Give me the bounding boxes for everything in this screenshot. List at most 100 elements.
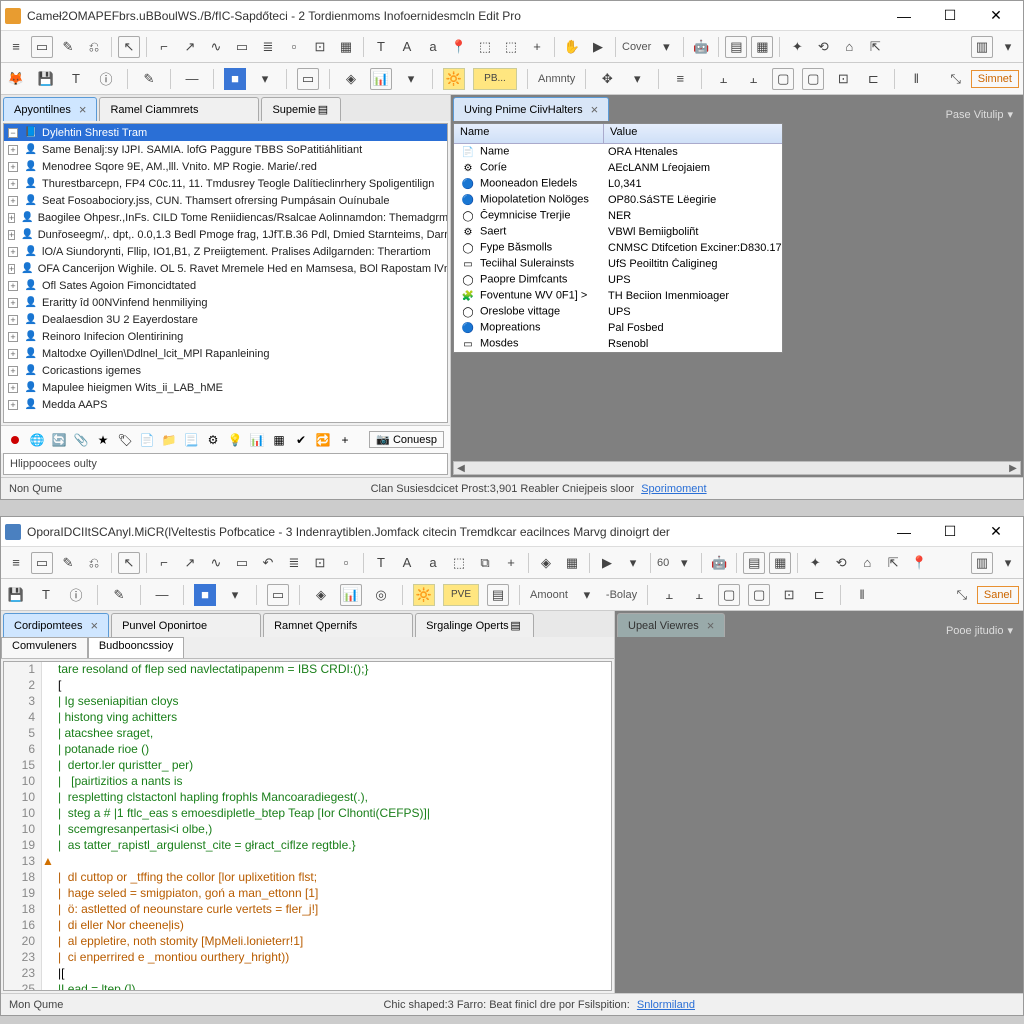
fold-icon[interactable] [42, 886, 54, 902]
rotate-icon[interactable]: ⟲ [812, 36, 834, 58]
record-icon[interactable] [7, 432, 23, 448]
tree-item[interactable]: +👤Same Benalj:sy IJPI. SAMIA. lofG Paggu… [4, 141, 447, 158]
tab-ramet[interactable]: Ramnet Qpernifs [263, 613, 413, 637]
sannet-button-2[interactable]: Sanel [977, 586, 1019, 604]
grid-mini-icon[interactable]: ▦ [271, 432, 287, 448]
concept-button[interactable]: 📷 Conuesp [369, 431, 444, 448]
small-rect-icon[interactable]: ▫ [283, 36, 305, 58]
doc-mini-icon[interactable]: 📄 [139, 432, 155, 448]
minus-icon[interactable]: — [181, 68, 203, 90]
code-line[interactable]: 1tare resoland of flep sed navlectatipap… [4, 662, 611, 678]
chevron-down-icon-2[interactable]: ▾ [622, 552, 644, 574]
tab-close-icon[interactable]: × [79, 102, 87, 117]
box-icon-2[interactable]: ⬚ [448, 552, 470, 574]
fold-icon[interactable] [42, 902, 54, 918]
code-line[interactable]: 19| as tatter_rapistl_argulenst_cite = g… [4, 838, 611, 854]
panel-2-icon-2[interactable]: ▦ [769, 552, 791, 574]
small-text-icon[interactable]: a [422, 36, 444, 58]
highlight-label[interactable]: PB... [473, 68, 517, 90]
grid-icon-2[interactable]: ▦ [561, 552, 583, 574]
shape-icon[interactable]: ◈ [340, 68, 362, 90]
text-tool-icon[interactable]: T [65, 68, 87, 90]
outline-icon[interactable]: ▭ [297, 68, 319, 90]
arrow-icon[interactable]: ↗ [179, 36, 201, 58]
highlight-icon[interactable]: 🔆 [443, 68, 465, 90]
list-icon[interactable]: ≡ [669, 68, 691, 90]
code-line[interactable]: 4| histong ving achitters [4, 710, 611, 726]
info-icon-2[interactable]: ⓘ [65, 584, 87, 606]
pin-icon[interactable]: 📍 [448, 36, 470, 58]
tree-item[interactable]: +👤lO/A Siundorynti, Fllip, IO1,B1, Z Pre… [4, 243, 447, 260]
collapse-icon[interactable]: ⤡ [945, 68, 967, 90]
pen-icon[interactable]: ✎ [138, 68, 160, 90]
check-icon[interactable]: ✔ [293, 432, 309, 448]
tree-item[interactable]: +👤Coricastions igemes [4, 362, 447, 379]
expand-icon[interactable]: + [8, 366, 18, 376]
chevron-down-r-icon-2[interactable]: ▾ [997, 552, 1019, 574]
save-icon-2[interactable]: 💾 [5, 584, 27, 606]
footer-link[interactable]: Sporimoment [641, 483, 706, 495]
code-line[interactable]: 18| dl cuttop or _tffing the collor [lor… [4, 870, 611, 886]
refresh-icon[interactable]: 🔄 [51, 432, 67, 448]
chart-icon-2[interactable]: 📊 [340, 584, 362, 606]
fold-icon[interactable] [42, 742, 54, 758]
snap-4-icon[interactable]: ⊏ [862, 68, 884, 90]
chevron-down-icon[interactable]: ▾ [655, 36, 677, 58]
chevron-down-60-icon[interactable]: ▾ [673, 552, 695, 574]
plus-icon[interactable]: + [526, 36, 548, 58]
prop-tab-close-icon[interactable]: × [591, 102, 599, 117]
chevron-down-4-icon[interactable]: ▾ [626, 68, 648, 90]
doc-icon[interactable]: ▭ [31, 36, 53, 58]
gear-icon[interactable]: ⚙ [205, 432, 221, 448]
folder-icon[interactable]: 📁 [161, 432, 177, 448]
sixty-label[interactable]: 60 [657, 557, 669, 569]
fold-icon[interactable] [42, 678, 54, 694]
wave-icon-2[interactable]: ∿ [205, 552, 227, 574]
property-row[interactable]: ▭MosdesRsenobl [454, 336, 782, 352]
chart-mini-icon[interactable]: 📊 [249, 432, 265, 448]
fold-icon[interactable] [42, 838, 54, 854]
small-text-icon-2[interactable]: a [422, 552, 444, 574]
panel-2-icon[interactable]: ▦ [751, 36, 773, 58]
outline-icon-2[interactable]: ▭ [267, 584, 289, 606]
tree-item[interactable]: +👤Maltodxe Oyillen\Ddlnel_lcit_MPl Rapan… [4, 345, 447, 362]
tree-item[interactable]: +👤Reinoro Inifecion Olentirining [4, 328, 447, 345]
spark-icon[interactable]: ✦ [786, 36, 808, 58]
dashed-icon-2[interactable]: ⊡ [309, 552, 331, 574]
collapse-icon-2[interactable]: ⤡ [951, 584, 973, 606]
property-row[interactable]: 📄NameORA Htenales [454, 144, 782, 160]
rotate-icon-2[interactable]: ⟲ [830, 552, 852, 574]
fold-icon[interactable] [42, 822, 54, 838]
cursor-icon-2[interactable]: ↖ [118, 552, 140, 574]
small-rect-icon-2[interactable]: ▫ [335, 552, 357, 574]
property-row[interactable]: ▤Cent IhaleLoblut [454, 352, 782, 353]
tool-1-icon-2[interactable]: ✎ [57, 552, 79, 574]
fold-icon[interactable] [42, 934, 54, 950]
property-row[interactable]: 🔵Mooneadon EledelsL0,341 [454, 176, 782, 192]
snap-4-icon-2[interactable]: ⊏ [808, 584, 830, 606]
robot-icon[interactable]: 🤖 [690, 36, 712, 58]
close-button-2[interactable]: ✕ [973, 517, 1019, 547]
chevron-down-amt[interactable]: ▾ [576, 584, 598, 606]
expand-icon[interactable]: + [8, 349, 18, 359]
close-button[interactable]: ✕ [973, 1, 1019, 31]
undo-icon-2[interactable]: ↶ [257, 552, 279, 574]
tag-icon[interactable]: 🏷 [117, 432, 133, 448]
expand-icon[interactable]: + [8, 196, 18, 206]
highlight-label-2[interactable]: PVE [443, 584, 479, 606]
box-icon[interactable]: ⬚ [474, 36, 496, 58]
fold-icon[interactable] [42, 870, 54, 886]
page-menu-icon-2[interactable]: ▾ [1007, 624, 1013, 637]
tree-item[interactable]: +👤Baogilee Ohpesr.,InFs. CILD Tome Renii… [4, 209, 447, 226]
panel-1-icon[interactable]: ▤ [725, 36, 747, 58]
code-line[interactable]: 18| ö: astletted of neounstare curle ver… [4, 902, 611, 918]
star-icon[interactable]: ★ [95, 432, 111, 448]
menu-icon[interactable]: ≡ [5, 36, 27, 58]
scroll-left-icon[interactable]: ◀ [454, 463, 468, 474]
right-panel-icon[interactable]: ▥ [971, 36, 993, 58]
bulb-icon[interactable]: 💡 [227, 432, 243, 448]
code-line[interactable]: 2[ [4, 678, 611, 694]
code-line[interactable]: 19| hage seled = smigpiaton, goń a man_e… [4, 886, 611, 902]
highlight-icon-2[interactable]: 🔆 [413, 584, 435, 606]
shape-icon-2[interactable]: ◈ [310, 584, 332, 606]
